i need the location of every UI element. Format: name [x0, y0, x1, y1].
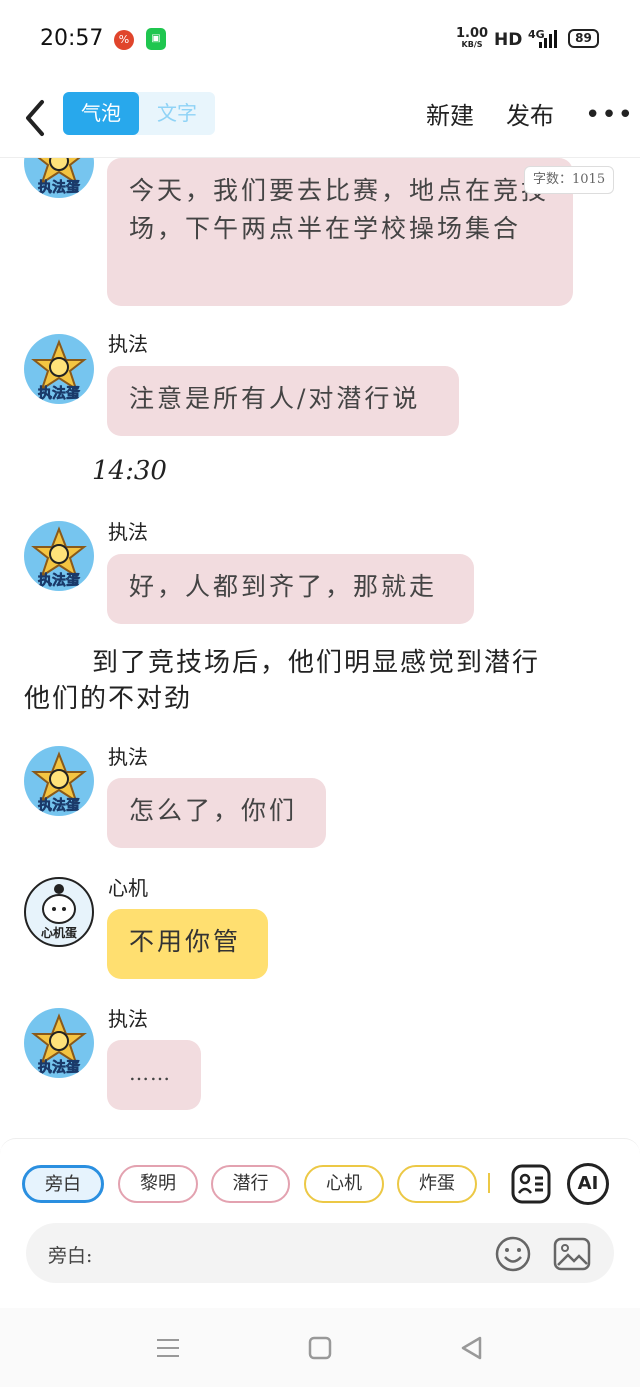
word-count-badge: 字数：1015 [524, 166, 615, 194]
network-speed: 1.00 KB/S [456, 27, 488, 50]
menu-icon [157, 1339, 179, 1357]
avatar[interactable]: 心机蛋 [24, 877, 94, 947]
avatar-label: 执法蛋 [38, 797, 80, 814]
wechat-notification-icon: ▣ [146, 28, 166, 50]
timestamp: 14:30 [92, 456, 167, 486]
sender-name: 心机 [108, 876, 148, 900]
star-badge-icon: 执法蛋 [37, 158, 81, 196]
avatar[interactable]: 执法蛋 [24, 746, 94, 816]
bomb-egg-icon: 心机蛋 [41, 884, 77, 940]
message-input[interactable]: 旁白: [26, 1223, 614, 1283]
sender-name: 执法 [108, 745, 148, 769]
image-button[interactable] [552, 1235, 592, 1273]
back-button[interactable] [22, 98, 52, 138]
new-button[interactable]: 新建 [426, 96, 474, 131]
more-menu-button[interactable]: ••• [585, 100, 634, 130]
message-text: 怎么了，你们 [129, 796, 298, 825]
sender-name: 执法 [108, 520, 148, 544]
avatar[interactable]: 执法蛋 [24, 521, 94, 591]
tab-bubble[interactable]: 气泡 [63, 92, 139, 135]
sender-name: 执法 [108, 332, 148, 356]
signal-icon [537, 30, 557, 48]
message-bubble[interactable]: …… [107, 1040, 201, 1110]
role-chip-overflow [488, 1173, 492, 1193]
role-list-button[interactable] [510, 1163, 552, 1205]
avatar[interactable]: 执法蛋 [24, 158, 94, 198]
avatar-label: 执法蛋 [38, 572, 80, 589]
star-badge-icon: 执法蛋 [31, 1013, 87, 1076]
avatar-label: 执法蛋 [38, 179, 80, 196]
status-time: 20:57 [40, 26, 104, 51]
mode-toggle: 气泡 文字 [63, 92, 215, 135]
chevron-left-icon [26, 100, 44, 136]
home-button[interactable] [306, 1334, 334, 1362]
image-icon [553, 1237, 591, 1271]
avatar[interactable]: 执法蛋 [24, 1008, 94, 1078]
sender-name: 执法 [108, 1007, 148, 1031]
chat-area[interactable]: 执法蛋 今天，我们要去比赛，地点在竞技场，下午两点半在学校操场集合 字数：101… [0, 158, 640, 1138]
message-text: 注意是所有人/对潜行说 [129, 384, 421, 413]
role-chip[interactable]: 炸蛋 [397, 1165, 477, 1203]
message-bubble[interactable]: 注意是所有人/对潜行说 [107, 366, 459, 436]
message-bubble[interactable]: 今天，我们要去比赛，地点在竞技场，下午两点半在学校操场集合 [107, 158, 573, 306]
message-text: 今天，我们要去比赛，地点在竞技场，下午两点半在学校操场集合 [129, 176, 550, 243]
star-badge-icon: 执法蛋 [31, 526, 87, 589]
system-nav-bar [0, 1308, 640, 1387]
message-text: 好，人都到齐了，那就走 [129, 572, 438, 601]
role-chip[interactable]: 潜行 [211, 1165, 290, 1203]
network-speed-value: 1.00 [456, 26, 489, 41]
square-icon [308, 1336, 332, 1360]
role-chip[interactable]: 黎明 [118, 1165, 198, 1203]
message-text: …… [129, 1061, 171, 1085]
avatar[interactable]: 执法蛋 [24, 334, 94, 404]
publish-button[interactable]: 发布 [506, 96, 554, 131]
triangle-back-icon [461, 1336, 482, 1360]
star-badge-icon: 执法蛋 [31, 751, 87, 814]
narration-line: 他们的不对劲 [24, 684, 193, 714]
network-speed-unit: KB/S [461, 40, 483, 49]
star-badge-icon: 执法蛋 [31, 339, 87, 402]
avatar-label: 执法蛋 [38, 1059, 80, 1076]
role-chip-narrator[interactable]: 旁白 [22, 1165, 104, 1203]
contact-card-icon [511, 1164, 551, 1204]
narration-line: 到了竞技场后，他们明显感觉到潜行 [92, 648, 541, 678]
ai-button[interactable]: AI [567, 1163, 609, 1205]
message-bubble[interactable]: 不用你管 [107, 909, 268, 979]
input-role-label: 旁白: [48, 1245, 93, 1267]
battery-indicator: 89 [568, 29, 599, 48]
role-chip[interactable]: 心机 [304, 1165, 384, 1203]
avatar-label: 心机蛋 [41, 925, 77, 940]
smiley-icon [495, 1236, 531, 1272]
emoji-button[interactable] [494, 1235, 532, 1273]
top-bar: 气泡 文字 新建 发布 ••• [0, 78, 640, 158]
status-bar: 20:57 % ▣ 1.00 KB/S HD 4G 89 [0, 0, 640, 78]
back-nav-button[interactable] [458, 1334, 486, 1362]
recent-apps-button[interactable] [154, 1334, 182, 1362]
message-bubble[interactable]: 怎么了，你们 [107, 778, 326, 848]
tab-text[interactable]: 文字 [139, 92, 215, 135]
app-notification-icon: % [114, 30, 134, 50]
message-text: 不用你管 [129, 927, 242, 956]
hd-indicator: HD [494, 30, 523, 50]
input-panel: 旁白 黎明 潜行 心机 炸蛋 AI 旁白: [0, 1138, 640, 1308]
avatar-label: 执法蛋 [38, 385, 80, 402]
message-bubble[interactable]: 好，人都到齐了，那就走 [107, 554, 474, 624]
